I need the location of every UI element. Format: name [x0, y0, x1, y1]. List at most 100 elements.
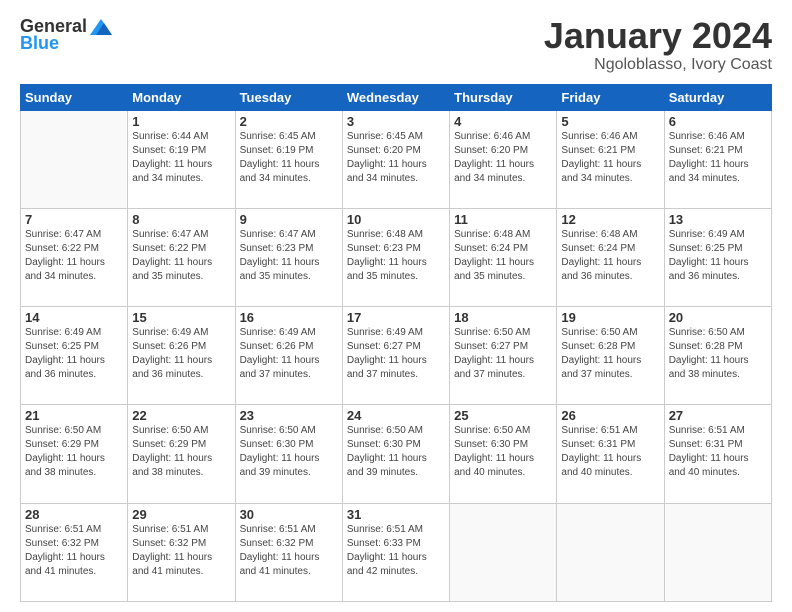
- day-number: 31: [347, 507, 445, 522]
- day-info: Sunrise: 6:47 AM Sunset: 6:23 PM Dayligh…: [240, 228, 338, 284]
- day-info: Sunrise: 6:46 AM Sunset: 6:21 PM Dayligh…: [561, 130, 659, 186]
- calendar-cell: 3Sunrise: 6:45 AM Sunset: 6:20 PM Daylig…: [342, 110, 449, 208]
- day-number: 21: [25, 408, 123, 423]
- calendar-header-sunday: Sunday: [21, 84, 128, 110]
- day-number: 27: [669, 408, 767, 423]
- day-info: Sunrise: 6:50 AM Sunset: 6:28 PM Dayligh…: [561, 326, 659, 382]
- day-number: 12: [561, 212, 659, 227]
- day-number: 24: [347, 408, 445, 423]
- day-info: Sunrise: 6:44 AM Sunset: 6:19 PM Dayligh…: [132, 130, 230, 186]
- day-number: 5: [561, 114, 659, 129]
- day-number: 4: [454, 114, 552, 129]
- calendar-cell: 17Sunrise: 6:49 AM Sunset: 6:27 PM Dayli…: [342, 307, 449, 405]
- calendar-cell: [664, 503, 771, 601]
- day-info: Sunrise: 6:50 AM Sunset: 6:27 PM Dayligh…: [454, 326, 552, 382]
- calendar-cell: 13Sunrise: 6:49 AM Sunset: 6:25 PM Dayli…: [664, 208, 771, 306]
- day-info: Sunrise: 6:50 AM Sunset: 6:28 PM Dayligh…: [669, 326, 767, 382]
- day-info: Sunrise: 6:51 AM Sunset: 6:32 PM Dayligh…: [25, 523, 123, 579]
- calendar-cell: 7Sunrise: 6:47 AM Sunset: 6:22 PM Daylig…: [21, 208, 128, 306]
- day-info: Sunrise: 6:48 AM Sunset: 6:23 PM Dayligh…: [347, 228, 445, 284]
- day-number: 23: [240, 408, 338, 423]
- calendar-cell: 19Sunrise: 6:50 AM Sunset: 6:28 PM Dayli…: [557, 307, 664, 405]
- day-info: Sunrise: 6:50 AM Sunset: 6:30 PM Dayligh…: [240, 424, 338, 480]
- day-info: Sunrise: 6:49 AM Sunset: 6:26 PM Dayligh…: [240, 326, 338, 382]
- day-info: Sunrise: 6:51 AM Sunset: 6:32 PM Dayligh…: [132, 523, 230, 579]
- day-info: Sunrise: 6:48 AM Sunset: 6:24 PM Dayligh…: [454, 228, 552, 284]
- logo-blue: Blue: [20, 33, 59, 54]
- calendar-cell: 16Sunrise: 6:49 AM Sunset: 6:26 PM Dayli…: [235, 307, 342, 405]
- calendar-cell: 2Sunrise: 6:45 AM Sunset: 6:19 PM Daylig…: [235, 110, 342, 208]
- day-info: Sunrise: 6:45 AM Sunset: 6:19 PM Dayligh…: [240, 130, 338, 186]
- calendar-cell: 4Sunrise: 6:46 AM Sunset: 6:20 PM Daylig…: [450, 110, 557, 208]
- calendar-week-0: 1Sunrise: 6:44 AM Sunset: 6:19 PM Daylig…: [21, 110, 772, 208]
- day-info: Sunrise: 6:49 AM Sunset: 6:26 PM Dayligh…: [132, 326, 230, 382]
- day-number: 13: [669, 212, 767, 227]
- day-number: 1: [132, 114, 230, 129]
- day-number: 29: [132, 507, 230, 522]
- day-info: Sunrise: 6:51 AM Sunset: 6:33 PM Dayligh…: [347, 523, 445, 579]
- day-number: 17: [347, 310, 445, 325]
- day-number: 28: [25, 507, 123, 522]
- calendar-week-1: 7Sunrise: 6:47 AM Sunset: 6:22 PM Daylig…: [21, 208, 772, 306]
- day-number: 30: [240, 507, 338, 522]
- day-info: Sunrise: 6:49 AM Sunset: 6:25 PM Dayligh…: [669, 228, 767, 284]
- calendar-cell: 22Sunrise: 6:50 AM Sunset: 6:29 PM Dayli…: [128, 405, 235, 503]
- header: General Blue January 2024 Ngoloblasso, I…: [20, 16, 772, 74]
- calendar-cell: [21, 110, 128, 208]
- day-info: Sunrise: 6:50 AM Sunset: 6:30 PM Dayligh…: [347, 424, 445, 480]
- calendar-header-monday: Monday: [128, 84, 235, 110]
- day-info: Sunrise: 6:48 AM Sunset: 6:24 PM Dayligh…: [561, 228, 659, 284]
- day-number: 3: [347, 114, 445, 129]
- day-info: Sunrise: 6:45 AM Sunset: 6:20 PM Dayligh…: [347, 130, 445, 186]
- day-number: 8: [132, 212, 230, 227]
- title-block: January 2024 Ngoloblasso, Ivory Coast: [544, 16, 772, 74]
- day-number: 9: [240, 212, 338, 227]
- calendar-cell: 12Sunrise: 6:48 AM Sunset: 6:24 PM Dayli…: [557, 208, 664, 306]
- day-number: 7: [25, 212, 123, 227]
- calendar-cell: 6Sunrise: 6:46 AM Sunset: 6:21 PM Daylig…: [664, 110, 771, 208]
- calendar: SundayMondayTuesdayWednesdayThursdayFrid…: [20, 84, 772, 602]
- day-info: Sunrise: 6:51 AM Sunset: 6:32 PM Dayligh…: [240, 523, 338, 579]
- calendar-cell: 1Sunrise: 6:44 AM Sunset: 6:19 PM Daylig…: [128, 110, 235, 208]
- day-number: 15: [132, 310, 230, 325]
- day-info: Sunrise: 6:50 AM Sunset: 6:29 PM Dayligh…: [25, 424, 123, 480]
- calendar-header-thursday: Thursday: [450, 84, 557, 110]
- day-info: Sunrise: 6:51 AM Sunset: 6:31 PM Dayligh…: [561, 424, 659, 480]
- day-info: Sunrise: 6:47 AM Sunset: 6:22 PM Dayligh…: [132, 228, 230, 284]
- calendar-cell: 9Sunrise: 6:47 AM Sunset: 6:23 PM Daylig…: [235, 208, 342, 306]
- day-number: 10: [347, 212, 445, 227]
- day-info: Sunrise: 6:49 AM Sunset: 6:27 PM Dayligh…: [347, 326, 445, 382]
- calendar-cell: 10Sunrise: 6:48 AM Sunset: 6:23 PM Dayli…: [342, 208, 449, 306]
- calendar-week-4: 28Sunrise: 6:51 AM Sunset: 6:32 PM Dayli…: [21, 503, 772, 601]
- main-title: January 2024: [544, 16, 772, 56]
- calendar-cell: 15Sunrise: 6:49 AM Sunset: 6:26 PM Dayli…: [128, 307, 235, 405]
- day-info: Sunrise: 6:49 AM Sunset: 6:25 PM Dayligh…: [25, 326, 123, 382]
- day-number: 16: [240, 310, 338, 325]
- calendar-header-row: SundayMondayTuesdayWednesdayThursdayFrid…: [21, 84, 772, 110]
- day-number: 22: [132, 408, 230, 423]
- calendar-cell: 30Sunrise: 6:51 AM Sunset: 6:32 PM Dayli…: [235, 503, 342, 601]
- calendar-cell: 26Sunrise: 6:51 AM Sunset: 6:31 PM Dayli…: [557, 405, 664, 503]
- logo-icon: [90, 19, 112, 35]
- calendar-cell: 23Sunrise: 6:50 AM Sunset: 6:30 PM Dayli…: [235, 405, 342, 503]
- day-number: 6: [669, 114, 767, 129]
- calendar-cell: 21Sunrise: 6:50 AM Sunset: 6:29 PM Dayli…: [21, 405, 128, 503]
- day-number: 2: [240, 114, 338, 129]
- calendar-cell: 11Sunrise: 6:48 AM Sunset: 6:24 PM Dayli…: [450, 208, 557, 306]
- calendar-cell: [450, 503, 557, 601]
- calendar-header-wednesday: Wednesday: [342, 84, 449, 110]
- day-info: Sunrise: 6:47 AM Sunset: 6:22 PM Dayligh…: [25, 228, 123, 284]
- calendar-header-friday: Friday: [557, 84, 664, 110]
- day-number: 14: [25, 310, 123, 325]
- day-number: 18: [454, 310, 552, 325]
- calendar-header-saturday: Saturday: [664, 84, 771, 110]
- day-number: 26: [561, 408, 659, 423]
- calendar-cell: 28Sunrise: 6:51 AM Sunset: 6:32 PM Dayli…: [21, 503, 128, 601]
- logo: General Blue: [20, 16, 113, 54]
- day-info: Sunrise: 6:50 AM Sunset: 6:29 PM Dayligh…: [132, 424, 230, 480]
- calendar-header-tuesday: Tuesday: [235, 84, 342, 110]
- day-info: Sunrise: 6:46 AM Sunset: 6:21 PM Dayligh…: [669, 130, 767, 186]
- calendar-cell: 24Sunrise: 6:50 AM Sunset: 6:30 PM Dayli…: [342, 405, 449, 503]
- calendar-week-2: 14Sunrise: 6:49 AM Sunset: 6:25 PM Dayli…: [21, 307, 772, 405]
- calendar-cell: [557, 503, 664, 601]
